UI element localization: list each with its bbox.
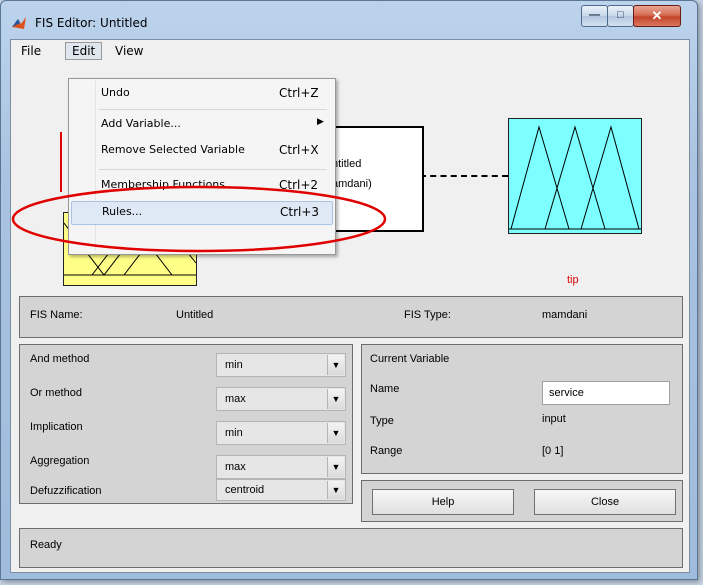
select-value: max bbox=[225, 393, 246, 405]
fis-type-label: FIS Type: bbox=[404, 309, 451, 321]
menu-item-label: Add Variable... bbox=[101, 117, 181, 130]
select-value: max bbox=[225, 461, 246, 473]
aggregation-label: Aggregation bbox=[30, 455, 90, 467]
or-method-label: Or method bbox=[30, 387, 82, 399]
implication-label: Implication bbox=[30, 421, 83, 433]
status-text: Ready bbox=[30, 539, 62, 551]
variable-range-value: [0 1] bbox=[542, 445, 564, 457]
annotation-ellipse bbox=[11, 185, 387, 253]
menu-item-shortcut: Ctrl+Z bbox=[279, 86, 319, 100]
select-value: min bbox=[225, 359, 243, 371]
menu-file[interactable]: File bbox=[15, 42, 47, 60]
or-method-select[interactable]: max ▼ bbox=[216, 387, 346, 411]
fis-name-value: Untitled bbox=[176, 309, 214, 321]
methods-panel: And method min ▼ Or method max ▼ Implica… bbox=[19, 344, 353, 504]
window-title: FIS Editor: Untitled bbox=[35, 16, 148, 30]
status-panel: Ready bbox=[19, 528, 683, 568]
fis-type-value: mamdani bbox=[542, 309, 588, 321]
output-variable-box[interactable] bbox=[508, 118, 642, 234]
fis-info-panel: FIS Name: Untitled FIS Type: mamdani bbox=[19, 296, 683, 338]
menu-item-add-variable[interactable]: Add Variable... ▶ bbox=[71, 114, 331, 136]
minimize-button[interactable]: — bbox=[581, 5, 608, 27]
implication-select[interactable]: min ▼ bbox=[216, 421, 346, 445]
and-method-label: And method bbox=[30, 353, 90, 365]
maximize-button[interactable]: □ bbox=[607, 5, 634, 27]
menu-bar: File Edit View bbox=[11, 40, 689, 62]
variable-range-label: Range bbox=[370, 445, 403, 457]
client-area: File Edit View food ntitled amdani) bbox=[10, 39, 690, 573]
matlab-icon bbox=[12, 17, 26, 29]
and-method-select[interactable]: min ▼ bbox=[216, 353, 346, 377]
current-variable-panel: Current Variable Name Type input Range [… bbox=[361, 344, 683, 474]
chevron-down-icon: ▼ bbox=[327, 457, 344, 477]
output-variable-label: tip bbox=[567, 274, 579, 286]
select-value: min bbox=[225, 427, 243, 439]
current-variable-title: Current Variable bbox=[370, 353, 450, 365]
select-value: centroid bbox=[225, 484, 265, 496]
variable-type-value: input bbox=[542, 413, 566, 425]
help-button[interactable]: Help bbox=[372, 489, 514, 515]
hidden-box-edge bbox=[60, 132, 62, 192]
system-name: ntitled bbox=[332, 158, 362, 170]
connector-line bbox=[420, 175, 508, 177]
menu-item-label: Remove Selected Variable bbox=[101, 143, 245, 156]
chevron-down-icon: ▼ bbox=[327, 481, 344, 499]
close-button[interactable]: Close bbox=[534, 489, 676, 515]
fis-name-label: FIS Name: bbox=[30, 309, 83, 321]
output-membership-plot bbox=[509, 125, 641, 230]
variable-name-label: Name bbox=[370, 383, 400, 395]
submenu-arrow-icon: ▶ bbox=[317, 117, 324, 127]
maximize-icon: □ bbox=[617, 9, 624, 21]
menu-view[interactable]: View bbox=[109, 42, 149, 60]
menu-edit[interactable]: Edit bbox=[65, 42, 103, 60]
menu-item-label: Undo bbox=[101, 86, 130, 99]
variable-type-label: Type bbox=[370, 415, 394, 427]
menu-separator bbox=[99, 109, 327, 110]
chevron-down-icon: ▼ bbox=[327, 423, 344, 443]
title-bar: FIS Editor: Untitled — □ ✕ bbox=[1, 1, 697, 39]
defuzzification-select[interactable]: centroid ▼ bbox=[216, 479, 346, 501]
menu-separator bbox=[99, 169, 327, 170]
close-icon: ✕ bbox=[651, 8, 663, 23]
menu-item-remove-variable[interactable]: Remove Selected Variable Ctrl+X bbox=[71, 140, 331, 162]
fis-editor-window: FIS Editor: Untitled — □ ✕ File Edit Vie… bbox=[0, 0, 698, 580]
menu-item-undo[interactable]: Undo Ctrl+Z bbox=[71, 83, 331, 105]
button-panel: Help Close bbox=[361, 480, 683, 522]
chevron-down-icon: ▼ bbox=[327, 355, 344, 375]
minimize-icon: — bbox=[589, 9, 600, 21]
variable-name-input[interactable] bbox=[542, 381, 670, 405]
chevron-down-icon: ▼ bbox=[327, 389, 344, 409]
defuzzification-label: Defuzzification bbox=[30, 485, 102, 497]
aggregation-select[interactable]: max ▼ bbox=[216, 455, 346, 479]
close-window-button[interactable]: ✕ bbox=[633, 5, 681, 27]
menu-item-shortcut: Ctrl+X bbox=[279, 143, 319, 157]
